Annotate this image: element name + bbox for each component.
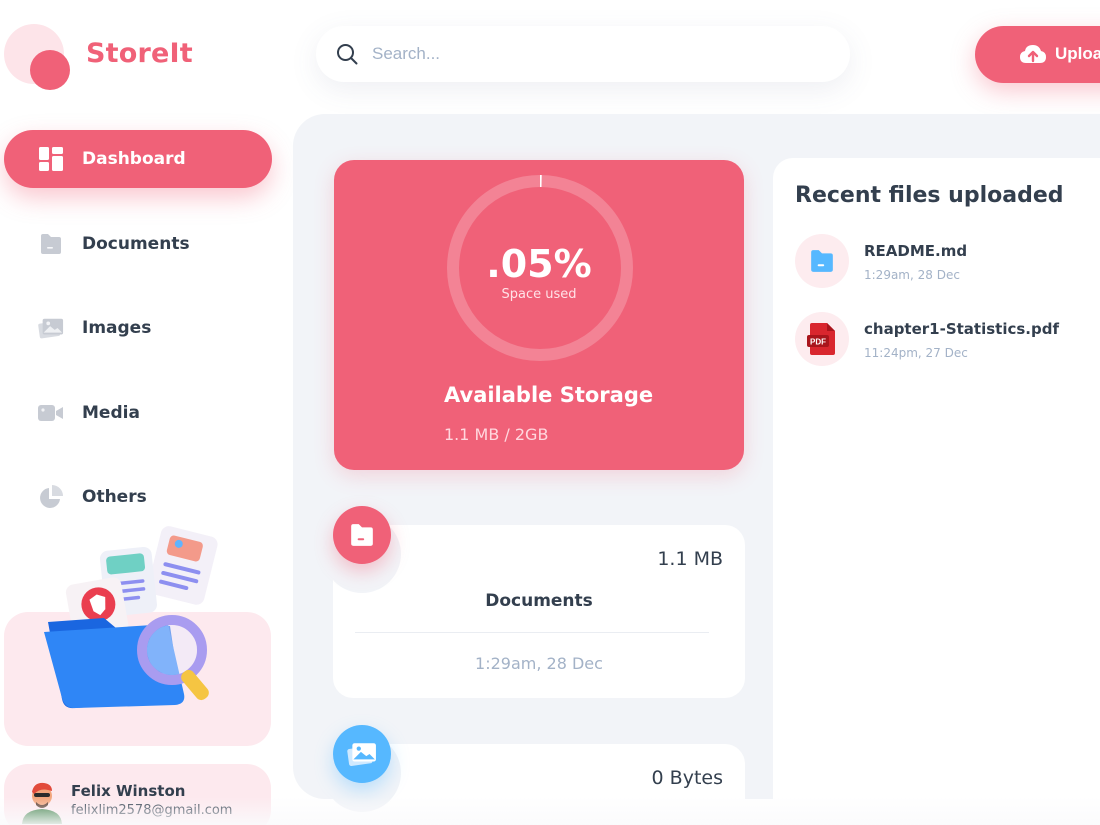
images-badge <box>333 725 391 783</box>
avatar <box>22 782 62 824</box>
recent-files-panel: Recent files uploaded README.md 1:29am, … <box>773 158 1100 818</box>
user-email: felixlim2578@gmail.com <box>71 803 233 818</box>
summary-title: Documents <box>485 591 593 611</box>
image-icon <box>347 743 376 766</box>
storage-usage: 1.1 MB / 2GB <box>444 425 549 444</box>
pdf-icon: PDF <box>807 323 835 355</box>
dashboard-icon <box>38 146 64 172</box>
sidebar-item-media[interactable]: Media <box>4 384 272 442</box>
app-name: StoreIt <box>86 38 193 69</box>
files-illustration <box>44 526 218 709</box>
upload-button-label: Upload <box>1055 44 1100 63</box>
summary-size: 0 Bytes <box>651 767 723 789</box>
divider <box>355 632 709 633</box>
upload-button[interactable]: Upload <box>975 26 1100 83</box>
file-name: chapter1-Statistics.pdf <box>864 320 1059 338</box>
pie-chart-icon <box>38 484 64 510</box>
logo[interactable]: StoreIt <box>4 24 204 94</box>
sidebar-item-label: Images <box>82 318 152 338</box>
file-thumbnail: PDF <box>795 312 849 366</box>
sidebar-item-documents[interactable]: Documents <box>4 215 272 273</box>
sidebar-nav: Dashboard Documents Images Media Others <box>4 130 272 553</box>
user-name: Felix Winston <box>71 782 186 800</box>
logo-mark-inner <box>30 50 70 90</box>
recent-files-title: Recent files uploaded <box>795 183 1064 208</box>
summary-size: 1.1 MB <box>657 548 723 570</box>
cloud-upload-icon <box>1020 45 1046 63</box>
search-input[interactable] <box>372 44 792 64</box>
user-profile-card[interactable]: Felix Winston felixlim2578@gmail.com <box>4 764 271 825</box>
document-folder-icon <box>351 524 373 546</box>
document-folder-icon <box>38 231 64 257</box>
search-icon <box>337 44 358 65</box>
recent-file-item[interactable]: PDF chapter1-Statistics.pdf 11:24pm, 27 … <box>795 312 1100 368</box>
sidebar-item-others[interactable]: Others <box>4 468 272 526</box>
document-folder-icon <box>811 250 833 272</box>
storage-percent: .05% <box>486 242 592 286</box>
image-icon <box>38 315 64 341</box>
app-root: StoreIt Dashboard Documents Images Media… <box>0 0 1100 825</box>
sidebar-item-label: Documents <box>82 233 190 254</box>
sidebar-item-dashboard[interactable]: Dashboard <box>4 130 272 188</box>
storage-title: Available Storage <box>444 383 654 407</box>
sidebar-item-images[interactable]: Images <box>4 299 272 357</box>
file-thumbnail <box>795 234 849 288</box>
sidebar-item-label: Dashboard <box>82 149 186 169</box>
sidebar-item-label: Others <box>82 487 147 507</box>
file-date: 1:29am, 28 Dec <box>864 268 960 282</box>
video-camera-icon <box>38 400 64 426</box>
recent-file-item[interactable]: README.md 1:29am, 28 Dec <box>795 234 1100 290</box>
pdf-badge-text: PDF <box>810 338 826 347</box>
file-name: README.md <box>864 242 968 260</box>
images-summary-card[interactable]: 0 Bytes <box>323 734 745 825</box>
sidebar-item-label: Media <box>82 402 140 423</box>
storage-summary-card: .05% Space used Available Storage 1.1 MB… <box>334 160 744 470</box>
documents-badge <box>333 506 391 564</box>
storage-subtitle: Space used <box>501 287 577 302</box>
summary-date: 1:29am, 28 Dec <box>475 654 603 673</box>
file-date: 11:24pm, 27 Dec <box>864 346 968 360</box>
documents-summary-card[interactable]: 1.1 MB Documents 1:29am, 28 Dec <box>323 515 745 698</box>
search-bar[interactable] <box>316 26 850 82</box>
